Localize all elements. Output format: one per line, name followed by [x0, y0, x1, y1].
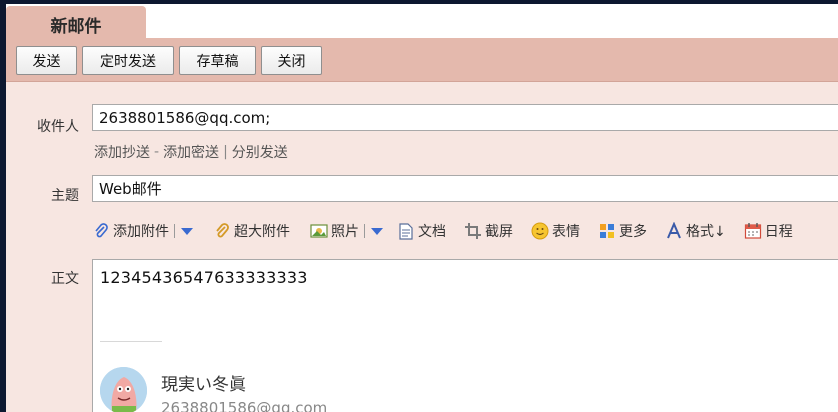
format-tool[interactable]: 格式↓	[665, 221, 726, 241]
scheduled-send-button[interactable]: 定时发送	[82, 46, 174, 75]
paperclip-icon	[92, 222, 110, 240]
tab-new-mail[interactable]: 新邮件	[6, 6, 146, 42]
save-draft-button[interactable]: 存草稿	[179, 46, 256, 75]
more-label: 更多	[619, 224, 647, 240]
photo-tool[interactable]: 照片	[310, 221, 383, 241]
tab-title: 新邮件	[50, 16, 102, 37]
emoji-label: 表情	[552, 224, 580, 240]
add-attachment-label: 添加附件	[113, 224, 169, 240]
close-button[interactable]: 关闭	[261, 46, 322, 75]
more-grid-icon	[598, 222, 616, 240]
calendar-icon	[744, 222, 762, 240]
photo-label: 照片	[331, 224, 359, 240]
body-editor[interactable]: 12345436547633333333 現実い冬眞 2638801586@qq…	[92, 259, 838, 412]
body-text: 12345436547633333333	[100, 268, 308, 287]
add-bcc-link[interactable]: 添加密送	[163, 142, 219, 162]
tool-divider	[364, 224, 365, 238]
screenshot-icon	[464, 222, 482, 240]
separator-dash: -	[154, 144, 160, 160]
calendar-label: 日程	[764, 224, 793, 240]
subject-label: 主题	[51, 188, 79, 204]
recipient-options: 添加抄送 - 添加密送 | 分别发送	[94, 142, 288, 162]
recipient-input[interactable]: 2638801586@qq.com;	[92, 104, 838, 131]
signature-email: 2638801586@qq.com	[161, 399, 328, 412]
subject-value: Web邮件	[99, 180, 162, 198]
large-paperclip-icon	[213, 222, 231, 240]
avatar	[100, 367, 147, 412]
document-tool[interactable]: 文档	[397, 221, 446, 241]
add-attachment-tool[interactable]: 添加附件	[92, 221, 193, 241]
emoji-icon	[531, 222, 549, 240]
tool-divider	[174, 224, 175, 238]
action-toolbar: 发送 定时发送 存草稿 关闭	[6, 38, 838, 82]
format-label: 格式↓	[686, 224, 726, 240]
large-attachment-tool[interactable]: 超大附件	[213, 221, 290, 241]
signature-divider	[100, 341, 162, 342]
photo-icon	[310, 222, 328, 240]
recipient-value: 2638801586@qq.com;	[99, 108, 271, 127]
separator-bar: |	[223, 144, 228, 160]
body-label: 正文	[51, 271, 79, 287]
chevron-down-icon[interactable]	[181, 227, 193, 235]
recipient-label: 收件人	[37, 119, 79, 135]
screenshot-tool[interactable]: 截屏	[464, 221, 513, 241]
editor-toolbar: 添加附件 超大附件 照片 文档 截屏 表情 更多 格式↓ 日程	[92, 220, 811, 242]
format-text-icon	[665, 222, 683, 240]
emoji-tool[interactable]: 表情	[531, 221, 580, 241]
screenshot-label: 截屏	[485, 224, 513, 240]
calendar-tool[interactable]: 日程	[744, 221, 793, 241]
document-label: 文档	[418, 224, 446, 240]
compose-window: 新邮件 发送 定时发送 存草稿 关闭 收件人 2638801586@qq.com…	[6, 4, 838, 412]
send-button[interactable]: 发送	[16, 46, 77, 75]
add-cc-link[interactable]: 添加抄送	[94, 142, 150, 162]
document-icon	[397, 222, 415, 240]
compose-form: 收件人 2638801586@qq.com; 添加抄送 - 添加密送 | 分别发…	[6, 82, 838, 412]
separate-send-link[interactable]: 分别发送	[232, 142, 288, 162]
subject-input[interactable]: Web邮件	[92, 175, 838, 202]
chevron-down-icon[interactable]	[371, 227, 383, 235]
more-tool[interactable]: 更多	[598, 221, 647, 241]
large-attachment-label: 超大附件	[234, 224, 290, 240]
signature-name: 現実い冬眞	[161, 375, 246, 395]
